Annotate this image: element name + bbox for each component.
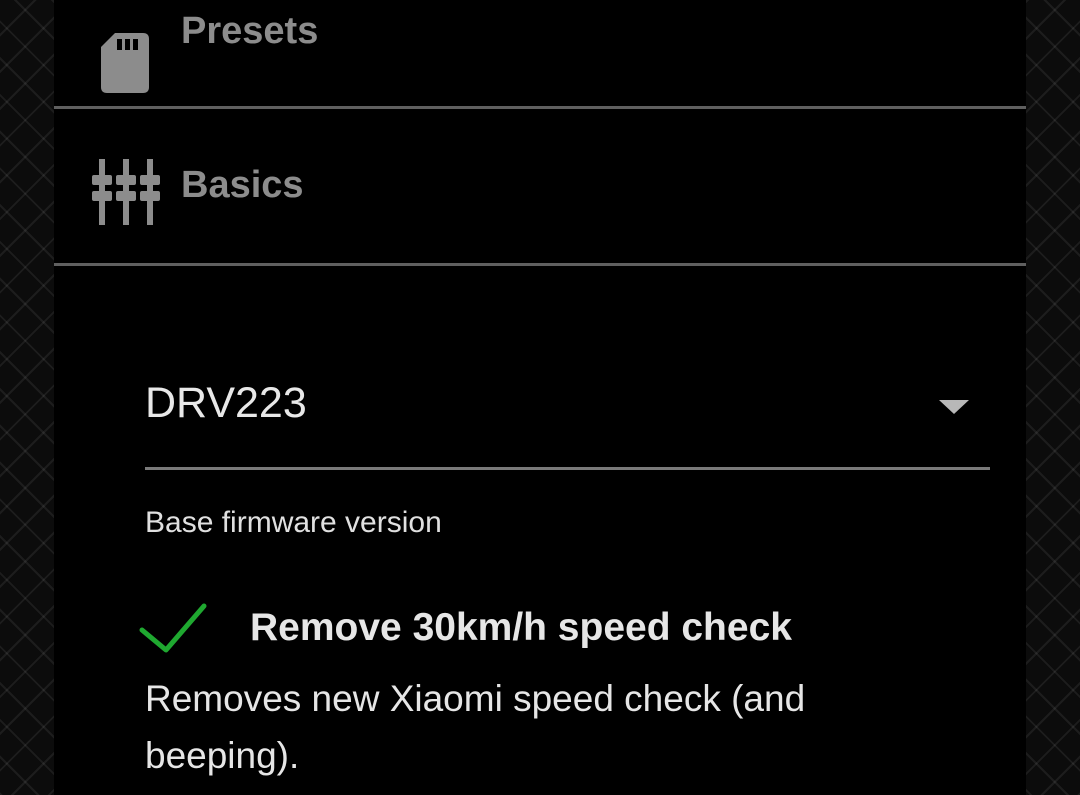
- section-label-presets: Presets: [181, 10, 319, 52]
- firmware-version-value: DRV223: [145, 379, 307, 427]
- settings-panel: Presets Basics DRV223 Base firmware vers…: [54, 0, 1026, 795]
- section-label-basics: Basics: [181, 164, 304, 206]
- speed-check-option[interactable]: Remove 30km/h speed check: [138, 600, 998, 660]
- dropdown-arrow-icon: [939, 400, 969, 414]
- sliders-icon: [92, 159, 160, 230]
- section-header-basics[interactable]: Basics: [54, 109, 1026, 266]
- firmware-version-helper: Base firmware version: [145, 506, 442, 539]
- sd-card-icon: [101, 33, 149, 98]
- firmware-version-select[interactable]: DRV223: [145, 352, 990, 470]
- checkmark-icon[interactable]: [138, 600, 208, 661]
- speed-check-title: Remove 30km/h speed check: [250, 606, 792, 649]
- section-header-presets[interactable]: Presets: [54, 0, 1026, 109]
- speed-check-description: Removes new Xiaomi speed check (and beep…: [145, 678, 806, 776]
